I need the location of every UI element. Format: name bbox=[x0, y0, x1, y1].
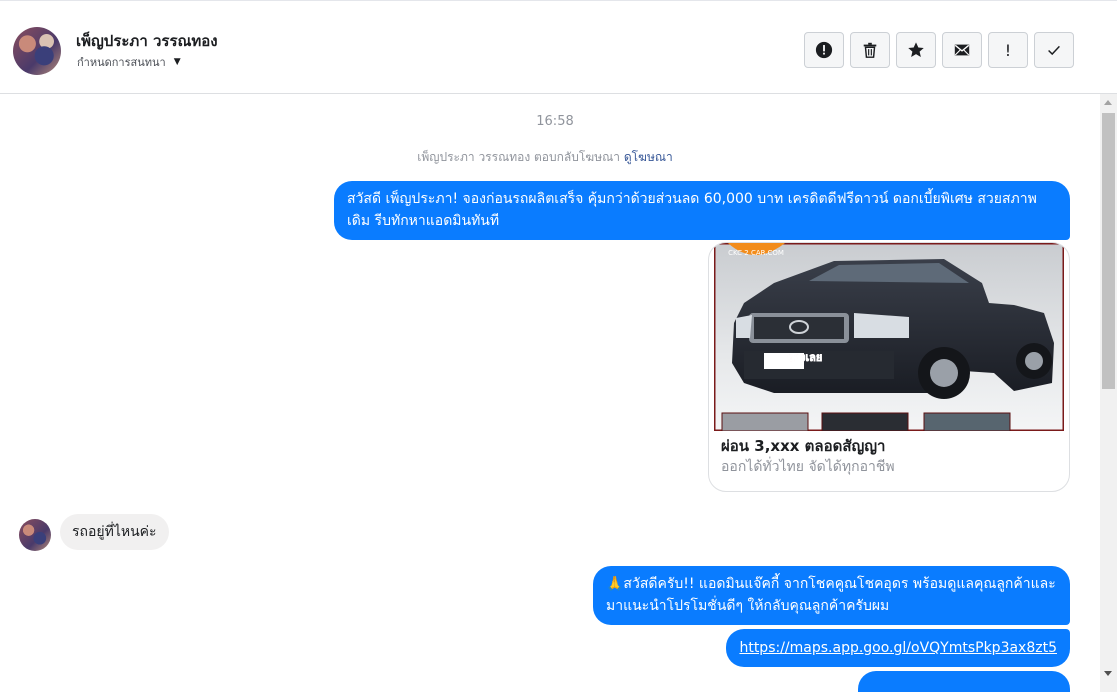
ad-card[interactable]: CKC 2 CAR.COM จองเลย ผ่อน 3,xxx ตลอดสัญญ… bbox=[708, 242, 1070, 492]
incoming-message[interactable]: รถอยู่ที่ไหนค่ะ bbox=[60, 514, 169, 550]
thread-scrollbar[interactable] bbox=[1100, 94, 1117, 692]
conversation-schedule-dropdown[interactable]: กำหนดการสนทนา ▼ bbox=[77, 53, 181, 71]
contact-name[interactable]: เพ็ญประภา วรรณทอง bbox=[76, 29, 218, 53]
conversation-schedule-label: กำหนดการสนทนา bbox=[77, 56, 166, 69]
ad-sticker-text: จองเลย bbox=[787, 351, 822, 364]
conversation-toolbar: ! bbox=[804, 32, 1074, 68]
envelope-icon bbox=[954, 44, 970, 56]
ad-badge-text: CKC 2 CAR.COM bbox=[728, 249, 784, 257]
delete-button[interactable] bbox=[850, 32, 890, 68]
outgoing-message-partial[interactable] bbox=[858, 671, 1070, 692]
check-icon bbox=[1048, 45, 1060, 56]
ad-reply-notice-text: เพ็ญประภา วรรณทอง ตอบกลับโฆษณา bbox=[417, 150, 620, 164]
conversation-header: เพ็ญประภา วรรณทอง กำหนดการสนทนา ▼ ! bbox=[0, 0, 1117, 94]
spam-button[interactable]: ! bbox=[988, 32, 1028, 68]
ad-card-title: ผ่อน 3,xxx ตลอดสัญญา bbox=[721, 437, 886, 455]
contact-avatar-small[interactable] bbox=[19, 519, 51, 551]
alert-circle-icon bbox=[815, 41, 833, 59]
contact-avatar[interactable] bbox=[13, 27, 61, 75]
mark-unread-button[interactable] bbox=[942, 32, 982, 68]
mark-done-button[interactable] bbox=[1034, 32, 1074, 68]
report-button[interactable] bbox=[804, 32, 844, 68]
outgoing-message[interactable]: สวัสดี เพ็ญประภา! จองก่อนรถผลิตเสร็จ คุ้… bbox=[334, 181, 1070, 240]
ad-card-subtitle: ออกได้ทั่วไทย จัดได้ทุกอาชีพ bbox=[721, 459, 895, 475]
scroll-down-arrow-icon[interactable] bbox=[1104, 671, 1112, 676]
message-timestamp: 16:58 bbox=[536, 114, 574, 129]
star-button[interactable] bbox=[896, 32, 936, 68]
outgoing-message[interactable]: 🙏สวัสดีครับ!! แอดมินแจ๊คกี้ จากโชคคูณโชค… bbox=[593, 566, 1070, 625]
view-ad-link[interactable]: ดูโฆษณา bbox=[624, 150, 673, 164]
message-thread[interactable]: 16:58 เพ็ญประภา วรรณทอง ตอบกลับโฆษณา ดูโ… bbox=[0, 94, 1100, 692]
ad-reply-notice: เพ็ญประภา วรรณทอง ตอบกลับโฆษณา ดูโฆษณา bbox=[0, 148, 1090, 167]
caret-down-icon: ▼ bbox=[173, 57, 181, 67]
exclamation-icon: ! bbox=[1004, 40, 1012, 60]
trash-icon bbox=[863, 42, 877, 58]
ad-car-image[interactable]: CKC 2 CAR.COM จองเลย bbox=[714, 243, 1064, 431]
maps-link-message[interactable]: https://maps.app.goo.gl/oVQYmtsPkp3ax8zt… bbox=[726, 629, 1070, 667]
pickup-truck-image: CKC 2 CAR.COM จองเลย bbox=[714, 243, 1064, 431]
star-icon bbox=[908, 42, 924, 58]
scroll-up-arrow-icon[interactable] bbox=[1104, 100, 1112, 105]
scrollbar-thumb[interactable] bbox=[1102, 113, 1115, 389]
